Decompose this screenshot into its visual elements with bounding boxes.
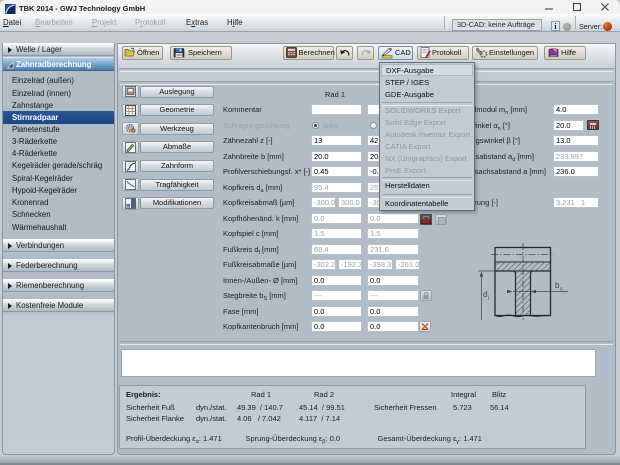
svg-text:i: i bbox=[488, 296, 489, 302]
svg-text:s: s bbox=[560, 287, 563, 293]
svg-text:d: d bbox=[483, 290, 487, 299]
